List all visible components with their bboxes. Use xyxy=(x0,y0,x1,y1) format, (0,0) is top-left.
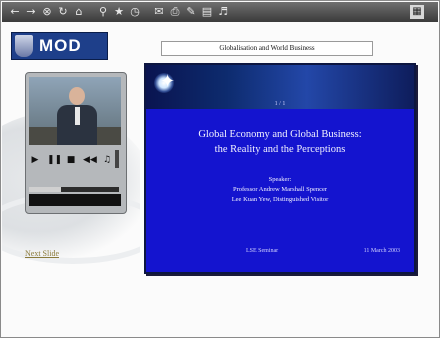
volume-slider[interactable] xyxy=(115,150,119,168)
seek-bar[interactable] xyxy=(29,187,119,192)
slide-title-line: the Reality and the Perceptions xyxy=(214,144,346,155)
player-status xyxy=(29,194,121,206)
print-icon[interactable]: ⎙ xyxy=(168,5,182,19)
slide-title-line: Global Economy and Global Business: xyxy=(198,129,362,140)
stop-button-icon[interactable]: ■ xyxy=(65,154,77,166)
left-panel: MOD ▶ ❚❚ ■ ◀◀ ♫ Next Slide xyxy=(2,22,140,337)
slide-footer-event: LSE Seminar xyxy=(246,248,279,254)
speaker-label: Speaker: xyxy=(268,176,292,183)
presentation-title-field: Globalisation and World Business xyxy=(161,41,373,56)
volume-icon[interactable]: ♫ xyxy=(101,154,113,166)
home-icon[interactable]: ⌂ xyxy=(72,5,86,19)
forward-icon[interactable]: → xyxy=(24,5,38,19)
refresh-icon[interactable]: ↻ xyxy=(56,5,70,19)
stop-icon[interactable]: ⊗ xyxy=(40,5,54,19)
slide-footer-date: 11 March 2003 xyxy=(363,248,400,254)
search-icon[interactable]: ⚲ xyxy=(96,5,110,19)
seek-bar-fill xyxy=(29,187,61,192)
speaker-name: Professor Andrew Marshall Spencer xyxy=(232,186,328,193)
media-icon[interactable]: ♬ xyxy=(216,5,230,19)
star-icon: ✦ xyxy=(160,71,176,92)
site-logo[interactable]: MOD xyxy=(11,32,108,60)
toolbar-icons: ← → ⊗ ↻ ⌂ ⚲ ★ ◷ ✉ ⎙ ✎ ▤ ♬ xyxy=(8,5,230,19)
play-icon[interactable]: ▶ xyxy=(29,154,41,166)
mail-icon[interactable]: ✉ xyxy=(152,5,166,19)
logo-text: MOD xyxy=(39,36,82,55)
discuss-icon[interactable]: ▤ xyxy=(200,5,214,19)
presentation-slide: ✦ 1 / 1 Global Economy and Global Busine… xyxy=(144,63,416,274)
windows-logo-icon: ▦ xyxy=(410,5,424,19)
slide-title: Global Economy and Global Business: the … xyxy=(156,127,404,157)
crest-icon xyxy=(15,35,33,57)
back-icon[interactable]: ← xyxy=(8,5,22,19)
browser-window: ← → ⊗ ↻ ⌂ ⚲ ★ ◷ ✉ ⎙ ✎ ▤ ♬ ▦ MOD ▶ ❚❚ ■ ◀… xyxy=(0,0,440,338)
pause-icon[interactable]: ❚❚ xyxy=(47,154,62,166)
video-frame[interactable] xyxy=(29,77,121,145)
speaker-affiliation: Lee Kuan Yew, Distinguished Visitor xyxy=(231,196,329,203)
next-slide-link[interactable]: Next Slide xyxy=(25,249,59,258)
favorites-icon[interactable]: ★ xyxy=(112,5,126,19)
history-icon[interactable]: ◷ xyxy=(128,5,142,19)
rewind-icon[interactable]: ◀◀ xyxy=(83,154,97,166)
player-controls: ▶ ❚❚ ■ ◀◀ ♫ xyxy=(29,148,121,186)
edit-icon[interactable]: ✎ xyxy=(184,5,198,19)
slide-speaker-info: Speaker: Professor Andrew Marshall Spenc… xyxy=(156,175,404,205)
slide-number: 1 / 1 xyxy=(274,101,286,107)
browser-toolbar: ← → ⊗ ↻ ⌂ ⚲ ★ ◷ ✉ ⎙ ✎ ▤ ♬ ▦ xyxy=(2,2,438,22)
